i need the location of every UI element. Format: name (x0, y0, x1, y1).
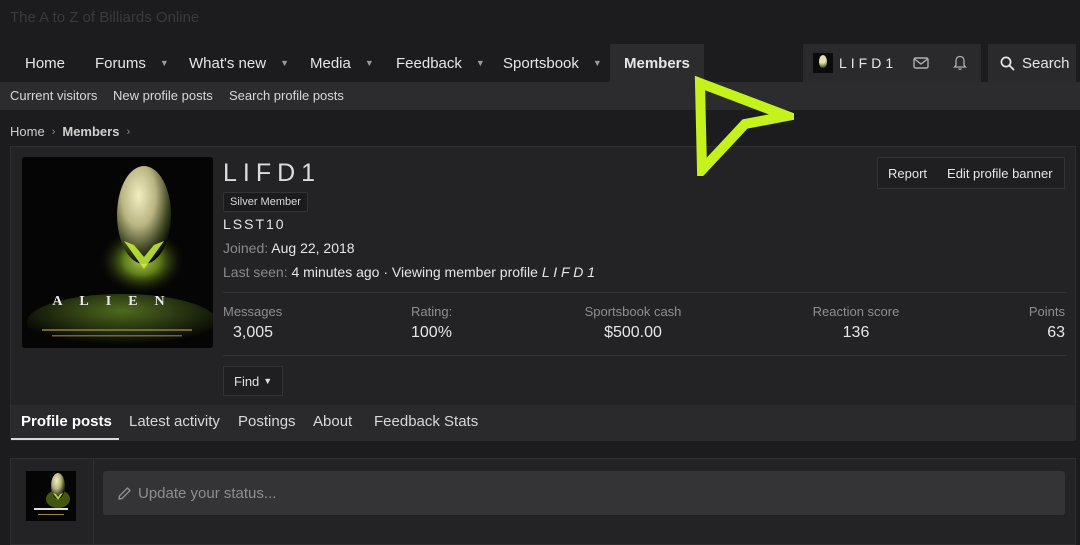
nav-media[interactable]: Media ▼ (310, 44, 374, 82)
stat-messages-label: Messages (223, 304, 283, 319)
nav-media-label: Media (310, 54, 351, 72)
chevron-down-icon[interactable]: ▼ (365, 58, 374, 68)
profile-tabs: Profile posts Latest activity Postings A… (11, 405, 1075, 441)
user-name: LIFD1 (839, 55, 898, 71)
profile-avatar[interactable]: ALIEN (22, 157, 213, 348)
stat-sportsbook-cash: Sportsbook cash $500.00 (583, 304, 683, 342)
stat-rating-label: Rating: (411, 304, 453, 319)
user-avatar (813, 53, 833, 73)
tab-latest-activity[interactable]: Latest activity (129, 413, 220, 430)
status-avatar[interactable] (26, 471, 76, 521)
tab-profile-posts[interactable]: Profile posts (21, 413, 112, 430)
chevron-right-icon: › (126, 125, 131, 138)
site-title[interactable]: The A to Z of Billiards Online (10, 9, 199, 26)
nav-feedback-label: Feedback (396, 54, 462, 72)
pencil-icon (118, 486, 131, 500)
breadcrumb-home[interactable]: Home (10, 124, 45, 139)
nav-sportsbook[interactable]: Sportsbook ▼ (503, 44, 602, 82)
nav-whats-new[interactable]: What's new ▼ (189, 44, 289, 82)
nav-members-label: Members (624, 54, 690, 72)
stats-divider-top (223, 292, 1066, 293)
nav-whats-new-label: What's new (189, 54, 267, 72)
inbox-icon[interactable] (906, 44, 936, 82)
breadcrumb-members[interactable]: Members (62, 124, 119, 139)
member-badge: Silver Member (223, 192, 308, 212)
stat-rating-value: 100% (411, 324, 452, 341)
joined-info: Joined: Aug 22, 2018 (223, 240, 355, 256)
stat-messages-value: 3,005 (233, 324, 274, 341)
last-seen-label: Last seen: (223, 264, 288, 280)
sub-nav: Current visitors New profile posts Searc… (0, 82, 1080, 110)
profile-card: ALIEN LIFD1 Silver Member LSST10 Joined:… (10, 146, 1076, 441)
search-button[interactable]: Search (988, 44, 1076, 82)
status-update-card: Update your status... (10, 458, 1076, 545)
nav-forums-label: Forums (95, 54, 146, 72)
nav-home[interactable]: Home (25, 44, 65, 82)
nav-feedback[interactable]: Feedback ▼ (396, 44, 485, 82)
chevron-down-icon[interactable]: ▼ (593, 58, 602, 68)
chevron-down-icon[interactable]: ▼ (280, 58, 289, 68)
subnav-current-visitors[interactable]: Current visitors (10, 88, 97, 103)
chevron-down-icon[interactable]: ▼ (160, 58, 169, 68)
profile-name: LIFD1 (223, 159, 322, 187)
tab-about[interactable]: About (313, 413, 352, 430)
stat-points-label: Points (1028, 304, 1065, 319)
status-placeholder: Update your status... (138, 484, 277, 502)
subnav-search-profile-posts[interactable]: Search profile posts (229, 88, 344, 103)
tab-feedback-stats[interactable]: Feedback Stats (374, 413, 478, 430)
nav-home-label: Home (25, 54, 66, 72)
last-seen-target[interactable]: L I F D 1 (542, 264, 595, 280)
joined-label: Joined: (223, 240, 269, 256)
update-status-input[interactable]: Update your status... (103, 471, 1065, 515)
report-button[interactable]: Report (888, 166, 927, 181)
active-tab-indicator (11, 438, 119, 440)
cursor-arrow-icon (694, 76, 794, 176)
nav-forums[interactable]: Forums ▼ (95, 44, 169, 82)
stat-points-value: 63 (1047, 324, 1065, 341)
avatar-gutter (93, 459, 94, 545)
main-nav: Home Forums ▼ What's new ▼ Media ▼ Feedb… (0, 44, 1080, 82)
bell-icon[interactable] (945, 44, 975, 82)
profile-actions: Report Edit profile banner (877, 157, 1065, 189)
stat-reaction-value: 136 (842, 324, 870, 341)
joined-date: Aug 22, 2018 (271, 240, 355, 256)
stat-messages[interactable]: Messages 3,005 (223, 304, 282, 342)
caret-down-icon: ▼ (263, 376, 273, 386)
stat-points[interactable]: Points 63 (1011, 304, 1065, 342)
last-seen-info: Last seen: 4 minutes ago · Viewing membe… (223, 264, 595, 280)
avatar-alien-text: ALIEN (52, 294, 181, 309)
last-seen-time: 4 minutes ago (291, 264, 380, 280)
last-seen-activity: · Viewing member profile (379, 264, 542, 280)
stat-sportsbook-label: Sportsbook cash (584, 304, 682, 319)
chevron-down-icon[interactable]: ▼ (476, 58, 485, 68)
edit-profile-banner-button[interactable]: Edit profile banner (947, 166, 1053, 181)
custom-title: LSST10 (223, 216, 286, 232)
stats-divider-bottom (223, 355, 1066, 356)
stat-reaction-label: Reaction score (812, 304, 900, 319)
tab-postings[interactable]: Postings (238, 413, 296, 430)
breadcrumb: Home › Members › (10, 124, 137, 139)
nav-sportsbook-label: Sportsbook (503, 54, 579, 72)
subnav-new-profile-posts[interactable]: New profile posts (113, 88, 213, 103)
search-label: Search (1022, 54, 1070, 72)
search-icon (1000, 56, 1015, 70)
find-button[interactable]: Find ▼ (223, 366, 283, 396)
stat-sportsbook-value: $500.00 (604, 324, 662, 341)
chevron-right-icon: › (51, 125, 56, 138)
stat-rating: Rating: 100% (411, 304, 452, 342)
find-label: Find (234, 373, 260, 389)
stat-reaction-score[interactable]: Reaction score 136 (806, 304, 906, 342)
